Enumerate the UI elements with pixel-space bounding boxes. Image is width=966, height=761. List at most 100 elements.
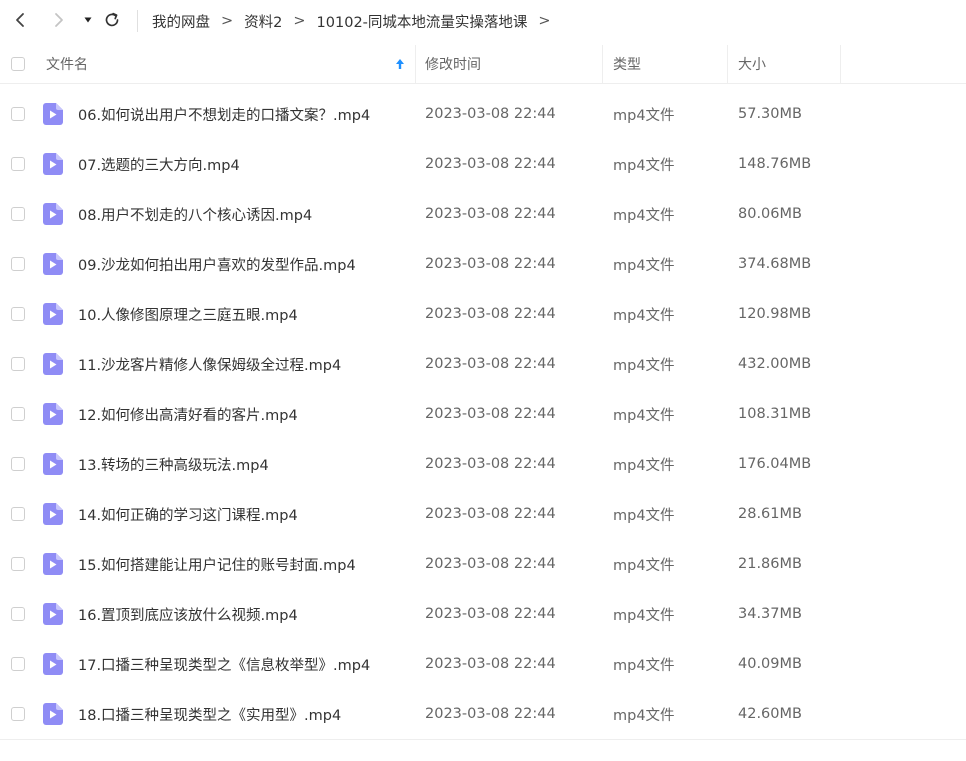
file-type: mp4文件	[613, 157, 675, 174]
row-checkbox[interactable]	[11, 107, 25, 121]
row-checkbox[interactable]	[11, 657, 25, 671]
file-name[interactable]: 11.沙龙客片精修人像保姆级全过程.mp4	[78, 339, 341, 389]
row-checkbox[interactable]	[11, 157, 25, 171]
file-type: mp4文件	[613, 607, 675, 624]
video-file-icon	[43, 653, 63, 679]
column-divider[interactable]	[727, 45, 728, 83]
column-header-name[interactable]: 文件名	[46, 45, 88, 83]
row-checkbox[interactable]	[11, 507, 25, 521]
table-row[interactable]: 08.用户不划走的八个核心诱因.mp4 2023-03-08 22:44 mp4文件…	[0, 189, 966, 239]
file-name[interactable]: 07.选题的三大方向.mp4	[78, 139, 240, 189]
file-name[interactable]: 16.置顶到底应该放什么视频.mp4	[78, 589, 298, 639]
file-name[interactable]: 18.口播三种呈现类型之《实用型》.mp4	[78, 689, 341, 739]
sort-up-arrow-icon[interactable]	[395, 45, 405, 83]
file-name[interactable]: 09.沙龙如何拍出用户喜欢的发型作品.mp4	[78, 239, 356, 289]
select-all-checkbox[interactable]	[11, 57, 25, 71]
row-checkbox[interactable]	[11, 207, 25, 221]
video-file-icon	[43, 253, 63, 279]
file-size: 80.06MB	[738, 206, 802, 222]
file-modified-time: 2023-03-08 22:44	[425, 706, 556, 722]
breadcrumb-item-materials[interactable]: 资料2	[244, 11, 282, 32]
file-modified-time: 2023-03-08 22:44	[425, 156, 556, 172]
breadcrumb-separator: >	[221, 13, 234, 29]
list-bottom-divider	[0, 739, 966, 740]
row-checkbox[interactable]	[11, 607, 25, 621]
file-list-header: 文件名 修改时间 类型 大小	[0, 45, 966, 84]
video-file-icon	[43, 703, 63, 729]
select-all-checkbox-cell	[11, 45, 25, 83]
file-modified-time: 2023-03-08 22:44	[425, 206, 556, 222]
file-name[interactable]: 15.如何搭建能让用户记住的账号封面.mp4	[78, 539, 356, 589]
file-modified-time: 2023-03-08 22:44	[425, 106, 556, 122]
file-size: 108.31MB	[738, 406, 812, 422]
table-row[interactable]: 09.沙龙如何拍出用户喜欢的发型作品.mp4 2023-03-08 22:44 mp…	[0, 239, 966, 289]
file-modified-time: 2023-03-08 22:44	[425, 656, 556, 672]
file-size: 432.00MB	[738, 356, 812, 372]
table-row[interactable]: 06.如何说出用户不想划走的口播文案？.mp4 2023-03-08 22:44 m…	[0, 89, 966, 139]
file-size: 21.86MB	[738, 556, 802, 572]
table-row[interactable]: 12.如何修出高清好看的客片.mp4 2023-03-08 22:44 mp4文件 1…	[0, 389, 966, 439]
column-header-modified-label: 修改时间	[425, 57, 481, 73]
column-header-size[interactable]: 大小	[738, 45, 766, 83]
breadcrumb-separator: >	[538, 13, 551, 29]
forward-button[interactable]	[48, 9, 70, 31]
refresh-button[interactable]	[101, 9, 123, 31]
table-row[interactable]: 14.如何正确的学习这门课程.mp4 2023-03-08 22:44 mp4文件 2…	[0, 489, 966, 539]
caret-down-icon	[83, 16, 93, 24]
file-modified-time: 2023-03-08 22:44	[425, 506, 556, 522]
breadcrumb-item-course-folder[interactable]: 10102-同城本地流量实操落地课	[317, 11, 528, 32]
refresh-icon	[103, 11, 121, 29]
row-checkbox[interactable]	[11, 307, 25, 321]
table-row[interactable]: 13.转场的三种高级玩法.mp4 2023-03-08 22:44 mp4文件 176…	[0, 439, 966, 489]
file-type: mp4文件	[613, 307, 675, 324]
column-divider[interactable]	[415, 45, 416, 83]
file-name[interactable]: 14.如何正确的学习这门课程.mp4	[78, 489, 298, 539]
file-name[interactable]: 13.转场的三种高级玩法.mp4	[78, 439, 269, 489]
table-row[interactable]: 10.人像修图原理之三庭五眼.mp4 2023-03-08 22:44 mp4文件 1…	[0, 289, 966, 339]
file-name[interactable]: 08.用户不划走的八个核心诱因.mp4	[78, 189, 312, 239]
row-checkbox[interactable]	[11, 557, 25, 571]
video-file-icon	[43, 553, 63, 579]
back-button[interactable]	[9, 9, 31, 31]
file-type: mp4文件	[613, 257, 675, 274]
table-row[interactable]: 17.口播三种呈现类型之《信息枚举型》.mp4 2023-03-08 22:44 m…	[0, 639, 966, 689]
file-name[interactable]: 10.人像修图原理之三庭五眼.mp4	[78, 289, 298, 339]
file-type: mp4文件	[613, 707, 675, 724]
table-row[interactable]: 07.选题的三大方向.mp4 2023-03-08 22:44 mp4文件 148.7…	[0, 139, 966, 189]
table-row[interactable]: 16.置顶到底应该放什么视频.mp4 2023-03-08 22:44 mp4文件 3…	[0, 589, 966, 639]
video-file-icon	[43, 303, 63, 329]
file-name[interactable]: 12.如何修出高清好看的客片.mp4	[78, 389, 298, 439]
column-header-modified[interactable]: 修改时间	[425, 45, 481, 83]
row-checkbox[interactable]	[11, 257, 25, 271]
row-checkbox[interactable]	[11, 707, 25, 721]
chevron-left-icon	[14, 12, 26, 28]
column-divider[interactable]	[840, 45, 841, 83]
file-size: 148.76MB	[738, 156, 812, 172]
table-row[interactable]: 11.沙龙客片精修人像保姆级全过程.mp4 2023-03-08 22:44 mp4…	[0, 339, 966, 389]
breadcrumb-item-my-drive[interactable]: 我的网盘	[152, 11, 210, 32]
file-modified-time: 2023-03-08 22:44	[425, 406, 556, 422]
file-type: mp4文件	[613, 457, 675, 474]
file-size: 57.30MB	[738, 106, 802, 122]
file-size: 120.98MB	[738, 306, 812, 322]
file-name[interactable]: 06.如何说出用户不想划走的口播文案？.mp4	[78, 89, 370, 139]
column-divider[interactable]	[602, 45, 603, 83]
file-size: 176.04MB	[738, 456, 812, 472]
row-checkbox[interactable]	[11, 357, 25, 371]
chevron-right-icon	[53, 12, 65, 28]
table-row[interactable]: 15.如何搭建能让用户记住的账号封面.mp4 2023-03-08 22:44 mp…	[0, 539, 966, 589]
file-size: 34.37MB	[738, 606, 802, 622]
file-list: 06.如何说出用户不想划走的口播文案？.mp4 2023-03-08 22:44 m…	[0, 89, 966, 739]
column-header-type[interactable]: 类型	[613, 45, 641, 83]
history-dropdown-button[interactable]	[77, 9, 99, 31]
column-header-size-label: 大小	[738, 57, 766, 73]
file-name[interactable]: 17.口播三种呈现类型之《信息枚举型》.mp4	[78, 639, 370, 689]
table-row[interactable]: 18.口播三种呈现类型之《实用型》.mp4 2023-03-08 22:44 mp4…	[0, 689, 966, 739]
file-type: mp4文件	[613, 407, 675, 424]
file-type: mp4文件	[613, 357, 675, 374]
file-modified-time: 2023-03-08 22:44	[425, 456, 556, 472]
file-size: 28.61MB	[738, 506, 802, 522]
video-file-icon	[43, 453, 63, 479]
row-checkbox[interactable]	[11, 457, 25, 471]
row-checkbox[interactable]	[11, 407, 25, 421]
